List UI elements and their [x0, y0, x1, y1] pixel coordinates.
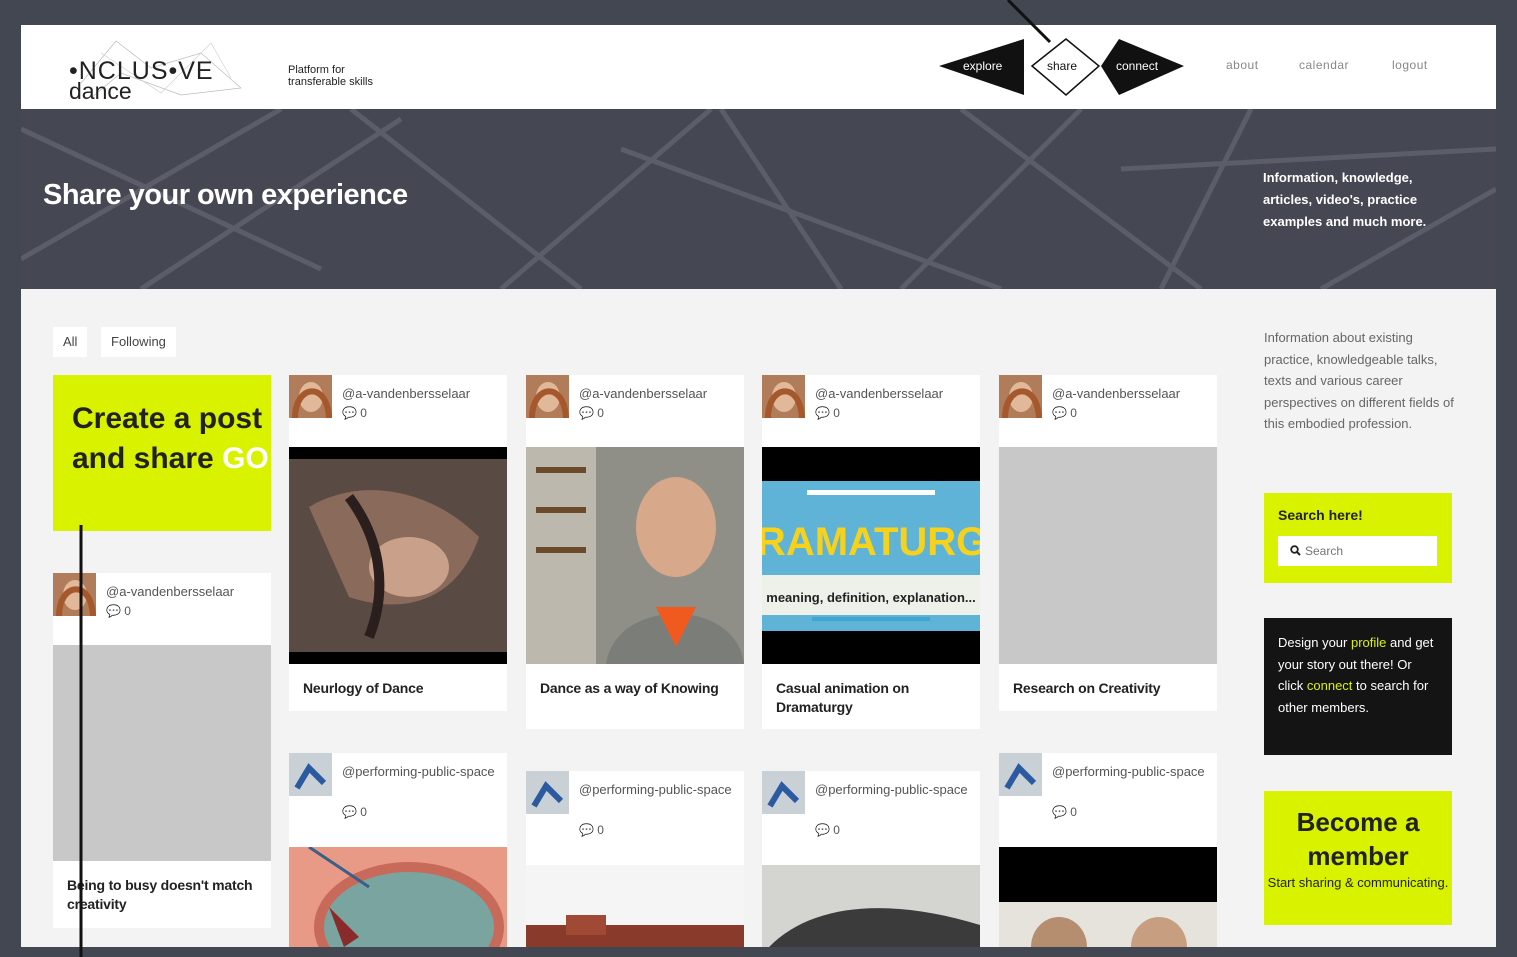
annotation-overlay	[79, 0, 1052, 957]
annotation-arrow-share	[1006, 0, 1052, 44]
